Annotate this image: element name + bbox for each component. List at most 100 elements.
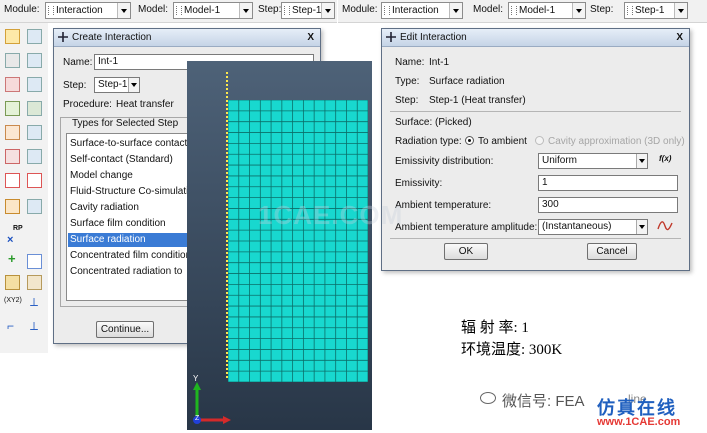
module-combo-value: Interaction	[56, 5, 103, 16]
step-select-value: Step-1	[98, 79, 128, 90]
type-label: Type:	[395, 76, 420, 87]
xyz-label: (XY2)	[4, 297, 22, 304]
datum-axis-icon[interactable]	[27, 254, 42, 269]
edit-dialog-title: Edit Interaction	[400, 32, 467, 43]
datum-plane-icon[interactable]	[27, 275, 42, 290]
types-label: Types for Selected Step	[70, 118, 181, 129]
radio-cavity[interactable]	[535, 136, 544, 145]
ok-button[interactable]: OK	[444, 243, 488, 260]
step-select[interactable]: Step-1	[94, 77, 140, 93]
step-value: Step-1 (Heat transfer)	[429, 95, 526, 106]
combo-grip-icon	[627, 6, 633, 15]
chevron-down-icon[interactable]	[239, 3, 252, 18]
edit-interaction-dialog: Edit Interaction X Name: Int-1 Type: Sur…	[381, 28, 690, 271]
property-list-icon[interactable]	[27, 53, 42, 68]
wire-list-icon[interactable]	[27, 125, 42, 140]
wire-icon[interactable]	[5, 125, 20, 140]
ambient-temperature-input[interactable]: 300	[538, 197, 678, 213]
connector-section-icon[interactable]	[5, 149, 20, 164]
move-icon	[386, 32, 396, 42]
step-combo[interactable]: Step-1	[624, 2, 688, 19]
toolbox-left: RP × + (XY2) ⟂ ⌐ ⟂	[0, 23, 48, 353]
continue-button[interactable]: Continue...	[96, 321, 154, 338]
list-item[interactable]: Cavity radiation	[70, 201, 139, 215]
radio-to-ambient-label: To ambient	[478, 136, 527, 147]
emissivity-input[interactable]: 1	[538, 175, 678, 191]
list-item[interactable]: Concentrated film condition	[70, 249, 191, 263]
wechat-icon	[480, 392, 496, 404]
interaction-list-icon[interactable]	[27, 29, 42, 44]
interaction-manager-icon[interactable]	[5, 29, 20, 44]
step-combo[interactable]: Step-1	[281, 2, 335, 19]
constraint-list-icon[interactable]	[27, 77, 42, 92]
property-icon[interactable]	[5, 53, 20, 68]
module-combo[interactable]: Interaction	[45, 2, 131, 19]
create-dialog-titlebar[interactable]: Create Interaction X	[54, 29, 320, 47]
emissivity-annotation: 辐 射 率: 1	[461, 320, 529, 336]
csys-icon[interactable]: ⌐	[7, 319, 14, 333]
constraint-icon[interactable]	[5, 77, 20, 92]
amplitude-curve-icon[interactable]	[657, 220, 673, 232]
chevron-down-icon[interactable]	[117, 3, 130, 18]
list-item-selected[interactable]: Surface radiation	[68, 233, 188, 247]
attachment-line-icon[interactable]	[5, 173, 20, 188]
model-combo[interactable]: Model-1	[508, 2, 586, 19]
cancel-button[interactable]: Cancel	[587, 243, 637, 260]
list-item[interactable]: Self-contact (Standard)	[70, 153, 173, 167]
name-label: Name:	[395, 57, 425, 68]
list-item[interactable]: Surface film condition	[70, 217, 166, 231]
combo-grip-icon	[284, 6, 290, 15]
reference-point-icon[interactable]: ×	[7, 234, 13, 246]
mesh-grid[interactable]	[228, 100, 368, 382]
step-label: Step:	[63, 80, 87, 91]
close-icon[interactable]: X	[676, 29, 683, 46]
close-icon[interactable]: X	[307, 29, 314, 46]
fastener-icon[interactable]	[5, 199, 20, 214]
combo-grip-icon	[384, 6, 390, 15]
module-combo[interactable]: Interaction	[381, 2, 463, 19]
name-label: Name:	[63, 57, 93, 68]
list-item[interactable]: Concentrated radiation to	[70, 265, 182, 279]
list-item[interactable]: Model change	[70, 169, 133, 183]
chevron-down-icon[interactable]	[674, 3, 687, 18]
ambient-amplitude-select[interactable]: (Instantaneous)	[538, 219, 648, 235]
model-combo[interactable]: Model-1	[173, 2, 253, 19]
module-label: Module:	[342, 4, 378, 15]
list-item[interactable]: Surface-to-surface contact	[70, 137, 187, 151]
step-label: Step:	[258, 4, 282, 15]
chevron-down-icon[interactable]	[636, 154, 647, 168]
axis-y-label: Y	[193, 374, 199, 383]
model-combo-value: Model-1	[519, 5, 556, 16]
radio-to-ambient[interactable]	[465, 136, 474, 145]
csys-axis-icon[interactable]: ⟂	[30, 319, 38, 334]
chevron-down-icon[interactable]	[321, 3, 334, 18]
fx-icon[interactable]: f(x)	[659, 154, 671, 163]
refresh-icon[interactable]	[27, 101, 42, 116]
create-dialog-title: Create Interaction	[72, 32, 152, 43]
fastener-list-icon[interactable]	[27, 199, 42, 214]
procedure-label: Procedure:	[63, 99, 112, 110]
chevron-down-icon[interactable]	[572, 3, 585, 18]
type-value: Surface radiation	[429, 76, 505, 87]
grid-icon[interactable]	[5, 275, 20, 290]
combo-grip-icon	[511, 6, 517, 15]
chevron-down-icon[interactable]	[128, 78, 139, 92]
emissivity-distribution-select[interactable]: Uniform	[538, 153, 648, 169]
plus-icon[interactable]: +	[8, 251, 16, 266]
chevron-down-icon[interactable]	[449, 3, 462, 18]
radio-cavity-label: Cavity approximation (3D only)	[548, 136, 685, 147]
connector-section-list-icon[interactable]	[27, 149, 42, 164]
chevron-down-icon[interactable]	[636, 220, 647, 234]
attachment-points-icon[interactable]	[27, 173, 42, 188]
name-value: Int-1	[429, 57, 450, 68]
radio-dot-icon	[468, 139, 471, 142]
ambient-temperature-annotation: 环境温度: 300K	[461, 342, 563, 358]
connector-icon[interactable]	[5, 101, 20, 116]
coordinate-system-icon[interactable]: ⟂	[30, 295, 38, 310]
list-item[interactable]: Fluid-Structure Co-simulation	[70, 185, 200, 199]
model-combo-value: Model-1	[184, 5, 221, 16]
radiation-type-label: Radiation type:	[395, 136, 462, 147]
center-watermark: 1CAE.COM	[258, 200, 404, 230]
edit-dialog-titlebar[interactable]: Edit Interaction X	[382, 29, 689, 47]
emissivity-distribution-value: Uniform	[542, 155, 578, 166]
